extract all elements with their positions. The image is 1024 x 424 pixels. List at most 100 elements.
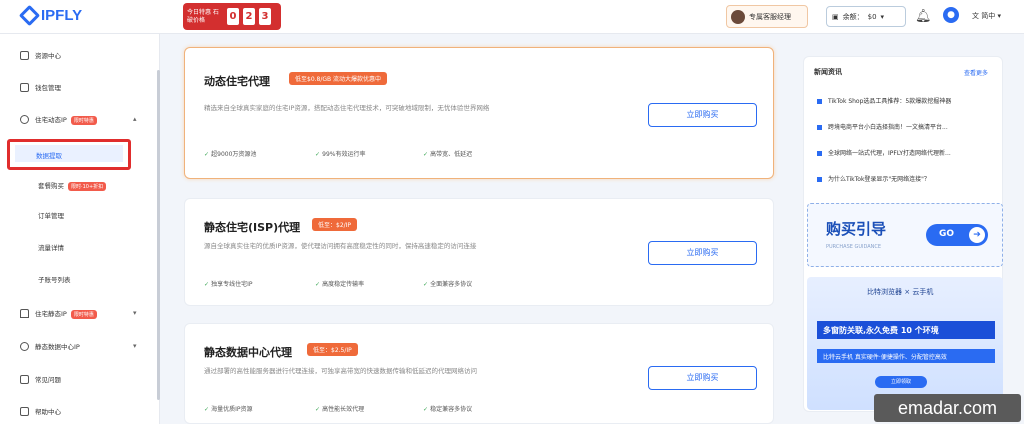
arrow-right-icon: ➔: [969, 227, 985, 243]
promo-text: 今日特惠 石破价格: [187, 8, 219, 24]
translate-icon: 文: [972, 12, 979, 20]
price-badge: 低至：$2.5/IP: [307, 343, 358, 356]
balance-selector[interactable]: ▣ 余额： $0 ▾: [826, 6, 906, 27]
product-title: 静态住宅(ISP)代理: [204, 221, 301, 234]
sidebar-item-static-datacenter[interactable]: 静态数据中心IP ▾: [0, 335, 160, 357]
language-selector[interactable]: 文 简中 ▾: [972, 11, 1001, 21]
promo-banner[interactable]: 今日特惠 石破价格 0 2 3: [183, 3, 281, 30]
advisor-button[interactable]: 专属客服经理: [726, 5, 808, 28]
sidebar-item-label: 流量详情: [38, 244, 64, 252]
product-card-dynamic: 动态住宅代理 低至$0.8/GB 流动大爆款优惠中 精选来自全球真实家庭的住宅I…: [184, 47, 774, 179]
sidebar-item-text: 住宅动态IP: [35, 115, 67, 124]
chevron-up-icon: ▴: [133, 115, 137, 123]
buy-now-button[interactable]: 立即购买: [648, 241, 757, 265]
guide-title: 购买引导: [826, 220, 887, 238]
feature-item: 99%有效运行率: [315, 149, 365, 158]
advisor-label: 专属客服经理: [749, 12, 791, 21]
news-title: 新闻资讯: [814, 68, 842, 76]
language-label: 简中: [981, 12, 996, 20]
promo-digit: 0: [227, 8, 239, 25]
sidebar-item-text: 套餐购买: [38, 181, 64, 190]
balance-value: $0: [867, 12, 877, 21]
sidebar-item-label: 帮助中心: [35, 408, 61, 416]
feature-item: 海量优质IP资源: [204, 404, 252, 413]
news-item[interactable]: 为什么TikTok登录显示"无网络连接"？: [817, 174, 995, 183]
help-icon: [20, 406, 29, 416]
promo-digit: 3: [259, 8, 271, 25]
buy-now-button[interactable]: 立即购买: [648, 103, 757, 127]
product-title: 动态住宅代理: [204, 75, 270, 88]
feature-item: 稳定兼容多协议: [423, 404, 472, 413]
sidebar-item-label: 资源中心: [35, 52, 61, 60]
go-button[interactable]: GO ➔: [926, 224, 988, 246]
banner-subline: 比特云手机 真实硬件·便捷操作、分配管控高效: [817, 349, 995, 363]
advisor-avatar: [731, 9, 745, 24]
sidebar-item-orders[interactable]: 订单管理: [0, 204, 160, 226]
promo-tag: 限时特惠: [70, 115, 97, 125]
feature-item: 高度稳定传输率: [315, 279, 364, 288]
sidebar-item-faq[interactable]: 常见问题: [0, 368, 160, 390]
purchase-guide-card[interactable]: 购买引导 PURCHASE GUIDANCE GO ➔: [807, 203, 1003, 267]
logo-text: IPFLY: [41, 7, 83, 24]
sidebar-item-help[interactable]: 帮助中心: [0, 400, 160, 422]
banner-brand: 比特浏览器 × 云手机: [867, 288, 934, 296]
question-icon: [20, 374, 29, 384]
news-more-link[interactable]: 查看更多: [964, 68, 988, 77]
watermark: emadar.com: [874, 394, 1021, 422]
banner-cta-button[interactable]: 立即领取: [875, 376, 927, 388]
sidebar-item-static-residential[interactable]: 住宅静态IP 限时特惠 ▾: [0, 302, 160, 324]
product-card-isp: 静态住宅(ISP)代理 低至：$2/IP 源自全球真实住宅的优质IP资源，使代理…: [184, 198, 774, 306]
sidebar-item-label: 住宅静态IP 限时特惠: [35, 308, 97, 319]
sidebar-item-label: 住宅动态IP 限时特惠: [35, 114, 97, 125]
sidebar-item-label: 静态数据中心IP: [35, 343, 80, 351]
promo-tag: 限时·10+折扣: [68, 181, 107, 191]
chevron-down-icon: ▾: [133, 309, 137, 317]
wallet-icon: [20, 82, 29, 92]
sidebar-item-package-purchase[interactable]: 套餐购买 限时·10+折扣: [0, 174, 160, 196]
sidebar-item-subaccounts[interactable]: 子账号列表: [0, 268, 160, 290]
sidebar-item-label: 钱包管理: [35, 84, 61, 92]
sidebar-item-wallet[interactable]: 钱包管理: [0, 76, 160, 98]
news-item[interactable]: TikTok Shop选品工具推荐：5款爆款挖掘神器: [817, 96, 995, 105]
chevron-down-icon: ▾: [133, 342, 137, 350]
globe-icon: [20, 114, 29, 124]
sidebar-item-dynamic-residential[interactable]: 住宅动态IP 限时特惠 ▴: [0, 108, 160, 130]
product-desc: 通过部署的高性能服务器进行代理连接，可独享高带宽的快速数据传输和低延迟的代理网络…: [204, 367, 477, 375]
price-badge: 低至：$2/IP: [312, 218, 358, 231]
promo-digit: 2: [243, 8, 255, 25]
user-avatar-icon[interactable]: ●: [943, 7, 959, 23]
price-badge: 低至$0.8/GB 流动大爆款优惠中: [289, 72, 388, 85]
grid-icon: [20, 50, 29, 60]
promo-ad-banner[interactable]: 比特浏览器 × 云手机 多窗防关联,永久免费 10 个环境 比特云手机 真实硬件…: [807, 277, 1003, 410]
sidebar-item-resource-center[interactable]: 资源中心: [0, 44, 160, 66]
sidebar-item-text: 住宅静态IP: [35, 309, 67, 318]
product-card-datacenter: 静态数据中心代理 低至：$2.5/IP 通过部署的高性能服务器进行代理连接，可独…: [184, 323, 774, 424]
sidebar-item-label: 订单管理: [38, 212, 64, 220]
home-icon: [20, 308, 29, 318]
banner-headline: 多窗防关联,永久免费 10 个环境: [817, 321, 995, 339]
feature-item: 全面兼容多协议: [423, 279, 472, 288]
news-item[interactable]: 全球网络一站式代理，IPFLY打造网络代理新...: [817, 148, 995, 157]
product-desc: 精选来自全球真实家庭的住宅IP资源，搭配动态住宅代理技术，可突破地域限制，无忧体…: [204, 104, 490, 112]
logo[interactable]: IPFLY: [18, 4, 83, 27]
sidebar-item-label: 子账号列表: [38, 276, 71, 284]
sidebar-item-traffic[interactable]: 流量详情: [0, 236, 160, 258]
server-icon: [20, 341, 29, 351]
promo-tag: 限时特惠: [70, 309, 97, 319]
feature-item: 超9000万资源池: [204, 149, 256, 158]
feature-item: 独享专线住宅IP: [204, 279, 252, 288]
sidebar-item-label: 套餐购买 限时·10+折扣: [38, 180, 107, 191]
sidebar-item-data-extract[interactable]: 数据提取: [15, 145, 123, 162]
chevron-down-icon: ▾: [880, 12, 885, 21]
buy-now-button[interactable]: 立即购买: [648, 366, 757, 390]
feature-item: 高性能长效代理: [315, 404, 364, 413]
bell-icon[interactable]: 🔔︎: [915, 9, 932, 24]
top-bar: IPFLY 今日特惠 石破价格 0 2 3 专属客服经理 ▣ 余额： $0 ▾ …: [0, 0, 1024, 34]
news-item[interactable]: 跨境电商平台小白选择指南！一文搞清平台...: [817, 122, 995, 131]
balance-label: 余额：: [842, 12, 864, 21]
feature-item: 高带宽、低延迟: [423, 149, 472, 158]
product-desc: 源自全球真实住宅的优质IP资源，使代理访问拥有高度稳定性的同时，保持高速稳定的访…: [204, 242, 477, 250]
guide-subtitle: PURCHASE GUIDANCE: [826, 244, 882, 250]
sidebar-item-label: 常见问题: [35, 376, 61, 384]
logo-icon: [18, 4, 41, 27]
